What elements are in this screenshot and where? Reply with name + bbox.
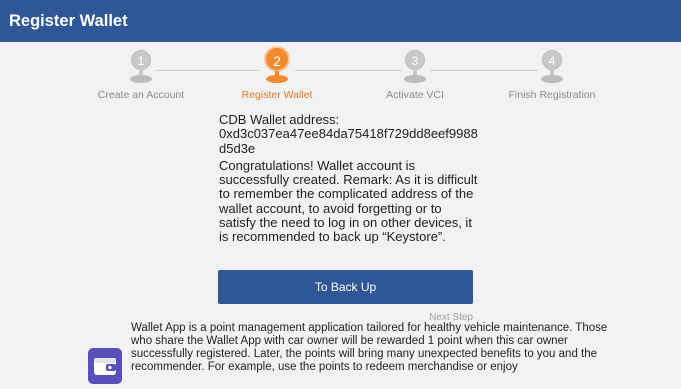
step-activate-vci: 3 Activate VCI <box>350 46 480 101</box>
wallet-app-icon <box>88 348 122 384</box>
step-register-wallet: 2 Register Wallet <box>212 46 342 101</box>
step-finish-registration: 4 Finish Registration <box>487 46 617 101</box>
step-label: Activate VCI <box>386 89 444 101</box>
step-label: Register Wallet <box>241 89 313 101</box>
step-pin-icon: 2 <box>262 46 292 86</box>
wallet-address: 0xd3c037ea47ee84da75418f729dd8eef9988d5d… <box>219 126 478 156</box>
wallet-app-description: Wallet App is a point management applica… <box>131 322 608 373</box>
step-pin-icon: 1 <box>126 46 156 86</box>
back-up-button[interactable]: To Back Up <box>218 270 473 304</box>
registration-stepper: 1 Create an Account 2 Register Wallet 3 … <box>0 42 681 106</box>
step-pin-icon: 4 <box>537 46 567 86</box>
step-create-account: 1 Create an Account <box>76 46 206 101</box>
step-label: Finish Registration <box>508 89 596 101</box>
title-bar: Register Wallet <box>0 0 681 42</box>
page-title: Register Wallet <box>9 12 128 30</box>
wallet-address-label: CDB Wallet address: <box>219 112 340 127</box>
wallet-info: CDB Wallet address: 0xd3c037ea47ee84da75… <box>219 112 481 245</box>
success-message: Congratulations! Wallet account is succe… <box>219 157 478 245</box>
step-pin-icon: 3 <box>400 46 430 86</box>
step-label: Create an Account <box>97 89 185 101</box>
